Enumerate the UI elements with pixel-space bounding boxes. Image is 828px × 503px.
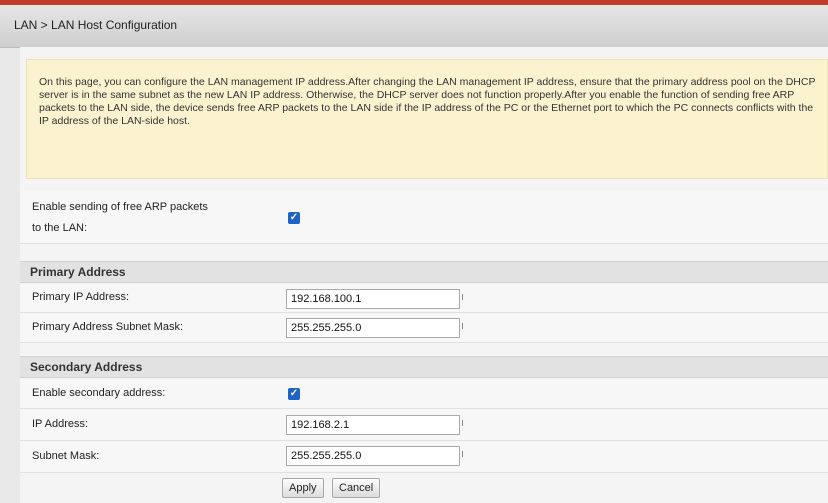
secondary-ip-label: IP Address: [32,418,89,430]
secondary-mask-input[interactable] [286,446,460,466]
arp-checkbox[interactable]: ✓ [288,212,300,224]
secondary-mask-marker [462,451,463,457]
check-icon: ✓ [289,388,299,399]
apply-button[interactable]: Apply [282,478,324,498]
primary-mask-marker [462,323,463,329]
primary-mask-input[interactable] [286,318,460,338]
check-icon: ✓ [289,212,299,223]
secondary-ip-input[interactable] [286,415,460,435]
secondary-section-header: Secondary Address [20,356,828,378]
primary-ip-marker [462,294,463,300]
primary-section-header: Primary Address [20,261,828,283]
secondary-enable-row: Enable secondary address: ✓ [20,380,828,409]
secondary-section-title: Secondary Address [30,360,143,374]
secondary-enable-label: Enable secondary address: [32,387,166,399]
secondary-ip-marker [462,420,463,426]
primary-mask-label: Primary Address Subnet Mask: [32,321,184,333]
primary-ip-input[interactable] [286,289,460,309]
primary-ip-label: Primary IP Address: [32,291,129,303]
info-notice: On this page, you can configure the LAN … [26,59,828,179]
content-panel: On this page, you can configure the LAN … [20,47,828,503]
arp-label-line2: to the LAN: [32,222,88,234]
secondary-mask-label: Subnet Mask: [32,450,100,462]
page-header: LAN > LAN Host Configuration [0,5,828,48]
primary-section-title: Primary Address [30,265,126,279]
breadcrumb: LAN > LAN Host Configuration [14,18,178,32]
cancel-button[interactable]: Cancel [332,478,381,498]
arp-row: Enable sending of free ARP packets to th… [20,191,828,244]
arp-label-line1: Enable sending of free ARP packets [32,201,208,213]
secondary-enable-checkbox[interactable]: ✓ [288,388,300,400]
